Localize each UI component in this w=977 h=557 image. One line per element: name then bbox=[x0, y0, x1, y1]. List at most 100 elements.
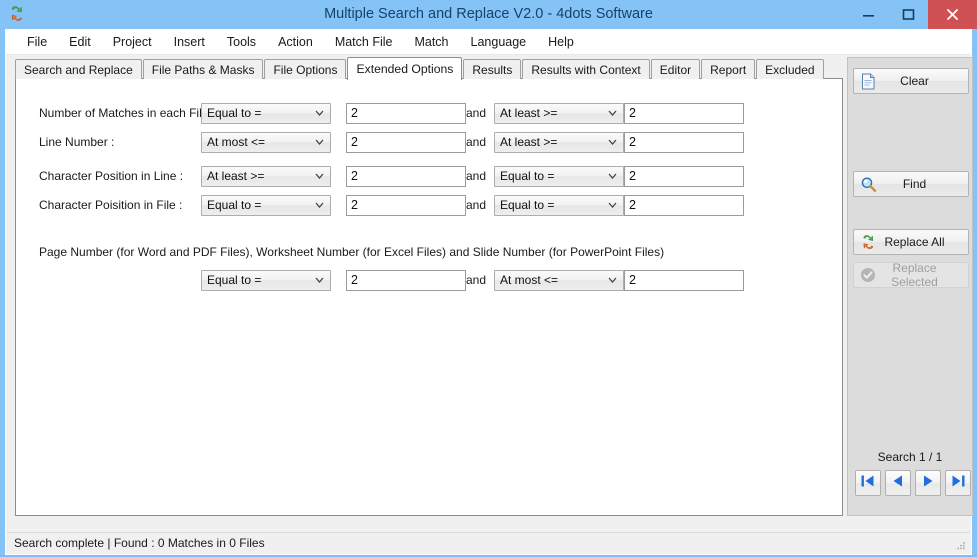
replace-selected-button-label: Replace Selected bbox=[891, 261, 938, 289]
clear-button-label: Clear bbox=[900, 74, 929, 88]
char-pos-file-value-2-input[interactable] bbox=[624, 194, 744, 216]
chevron-down-icon bbox=[315, 104, 324, 123]
tab-search-and-replace[interactable]: Search and Replace bbox=[15, 59, 142, 79]
nav-next-button[interactable] bbox=[915, 470, 941, 496]
chevron-down-icon bbox=[608, 133, 617, 152]
find-button-label: Find bbox=[902, 177, 927, 191]
menu-item-help[interactable]: Help bbox=[537, 31, 585, 53]
nav-first-button[interactable] bbox=[855, 470, 881, 496]
menu-item-insert[interactable]: Insert bbox=[163, 31, 216, 53]
body-wrapper: Search and Replace File Paths & Masks Fi… bbox=[6, 55, 973, 554]
replace-all-button[interactable]: Replace All bbox=[853, 229, 969, 255]
form-row-matches-per-file: Number of Matches in each File : Equal t… bbox=[16, 102, 842, 124]
resize-grip-icon[interactable] bbox=[955, 539, 967, 551]
line-number-operator-1-select[interactable]: At most <= bbox=[201, 131, 331, 153]
chevron-down-icon bbox=[315, 167, 324, 186]
replace-selected-button[interactable]: Replace Selected bbox=[853, 261, 969, 289]
page-number-operator-1-select[interactable]: Equal to = bbox=[201, 269, 331, 291]
menu-item-project[interactable]: Project bbox=[102, 31, 163, 53]
chevron-down-icon bbox=[608, 167, 617, 186]
status-message: Search complete | Found : 0 Matches in 0… bbox=[14, 536, 265, 550]
tab-editor[interactable]: Editor bbox=[650, 59, 701, 79]
label-number-of-matches: Number of Matches in each File : bbox=[39, 106, 216, 120]
menu-item-tools[interactable]: Tools bbox=[216, 31, 267, 53]
page-number-operator-2-select[interactable]: At most <= bbox=[494, 269, 624, 291]
chevron-down-icon bbox=[315, 133, 324, 152]
char-pos-file-operator-2-select[interactable]: Equal to = bbox=[494, 194, 624, 216]
page-number-section-note: Page Number (for Word and PDF Files), Wo… bbox=[39, 245, 665, 259]
matches-operator-2-select[interactable]: At least >= bbox=[494, 102, 624, 124]
and-label-row3: and bbox=[465, 169, 487, 183]
tab-file-options[interactable]: File Options bbox=[264, 59, 347, 79]
chevron-down-icon bbox=[608, 104, 617, 123]
arrow-left-icon bbox=[890, 474, 906, 493]
tab-host: Search and Replace File Paths & Masks Fi… bbox=[15, 57, 843, 516]
and-label-page-row: and bbox=[465, 273, 487, 287]
matches-value-2-input[interactable] bbox=[624, 102, 744, 124]
and-label-row1: and bbox=[465, 106, 487, 120]
navigation-buttons bbox=[855, 470, 971, 496]
menu-item-edit[interactable]: Edit bbox=[58, 31, 102, 53]
tab-strip: Search and Replace File Paths & Masks Fi… bbox=[15, 57, 843, 80]
char-pos-line-operator-2-select[interactable]: Equal to = bbox=[494, 165, 624, 187]
arrow-right-icon bbox=[920, 474, 936, 493]
tab-excluded[interactable]: Excluded bbox=[756, 59, 824, 79]
and-label-row4: and bbox=[465, 198, 487, 212]
label-character-position-in-file: Character Poisition in File : bbox=[39, 198, 183, 212]
menu-item-action[interactable]: Action bbox=[267, 31, 324, 53]
tab-file-paths-masks[interactable]: File Paths & Masks bbox=[142, 59, 264, 79]
page-number-value-2-input[interactable] bbox=[624, 269, 744, 291]
menu-item-match-file[interactable]: Match File bbox=[324, 31, 404, 53]
clear-button[interactable]: Clear bbox=[853, 68, 969, 94]
matches-operator-1-select[interactable]: Equal to = bbox=[201, 102, 331, 124]
matches-value-1-input[interactable] bbox=[346, 102, 466, 124]
char-pos-file-operator-1-select[interactable]: Equal to = bbox=[201, 194, 331, 216]
tab-results-with-context[interactable]: Results with Context bbox=[522, 59, 650, 79]
char-pos-line-operator-1-select[interactable]: At least >= bbox=[201, 165, 331, 187]
page-number-value-1-input[interactable] bbox=[346, 269, 466, 291]
chevron-down-icon bbox=[608, 196, 617, 215]
tab-panel-extended-options: Number of Matches in each File : Equal t… bbox=[15, 78, 843, 516]
char-pos-line-value-1-input[interactable] bbox=[346, 165, 466, 187]
line-number-value-2-input[interactable] bbox=[624, 131, 744, 153]
menu-item-match[interactable]: Match bbox=[403, 31, 459, 53]
magnifier-icon bbox=[857, 176, 879, 193]
line-number-value-1-input[interactable] bbox=[346, 131, 466, 153]
maximize-icon[interactable] bbox=[888, 0, 928, 29]
tab-report[interactable]: Report bbox=[701, 59, 756, 79]
document-page-icon bbox=[857, 73, 879, 90]
nav-previous-button[interactable] bbox=[885, 470, 911, 496]
label-character-position-in-line: Character Position in Line : bbox=[39, 169, 184, 183]
char-pos-line-value-2-input[interactable] bbox=[624, 165, 744, 187]
and-label-row2: and bbox=[465, 135, 487, 149]
menu-item-language[interactable]: Language bbox=[460, 31, 538, 53]
minimize-icon[interactable] bbox=[848, 0, 888, 29]
status-bar: Search complete | Found : 0 Matches in 0… bbox=[7, 532, 970, 553]
chevron-down-icon bbox=[608, 271, 617, 290]
window-controls bbox=[848, 0, 977, 29]
replace-all-button-label: Replace All bbox=[884, 235, 945, 249]
nav-last-button[interactable] bbox=[945, 470, 971, 496]
replace-arrows-icon bbox=[857, 234, 879, 251]
check-circle-icon bbox=[857, 267, 879, 283]
close-icon[interactable] bbox=[928, 0, 977, 29]
menu-item-file[interactable]: File bbox=[16, 31, 58, 53]
skip-to-first-icon bbox=[860, 474, 876, 493]
chevron-down-icon bbox=[315, 271, 324, 290]
tab-results[interactable]: Results bbox=[463, 59, 522, 79]
title-bar: Multiple Search and Replace V2.0 - 4dots… bbox=[0, 0, 977, 29]
menu-bar: File Edit Project Insert Tools Action Ma… bbox=[6, 30, 971, 55]
action-side-panel: Clear Find Replace All Replace Selected … bbox=[847, 57, 973, 516]
line-number-operator-2-select[interactable]: At least >= bbox=[494, 131, 624, 153]
find-button[interactable]: Find bbox=[853, 171, 969, 197]
label-line-number: Line Number : bbox=[39, 135, 115, 149]
form-row-page-number: Equal to = and At most <= bbox=[16, 269, 842, 291]
form-row-char-position-line: Character Position in Line : At least >=… bbox=[16, 165, 842, 187]
tab-extended-options[interactable]: Extended Options bbox=[347, 57, 463, 80]
window-title: Multiple Search and Replace V2.0 - 4dots… bbox=[324, 6, 653, 22]
chevron-down-icon bbox=[315, 196, 324, 215]
form-row-char-position-file: Character Poisition in File : Equal to =… bbox=[16, 194, 842, 216]
form-row-line-number: Line Number : At most <= and At least >= bbox=[16, 131, 842, 153]
char-pos-file-value-1-input[interactable] bbox=[346, 194, 466, 216]
search-counter-label: Search 1 / 1 bbox=[877, 450, 943, 464]
